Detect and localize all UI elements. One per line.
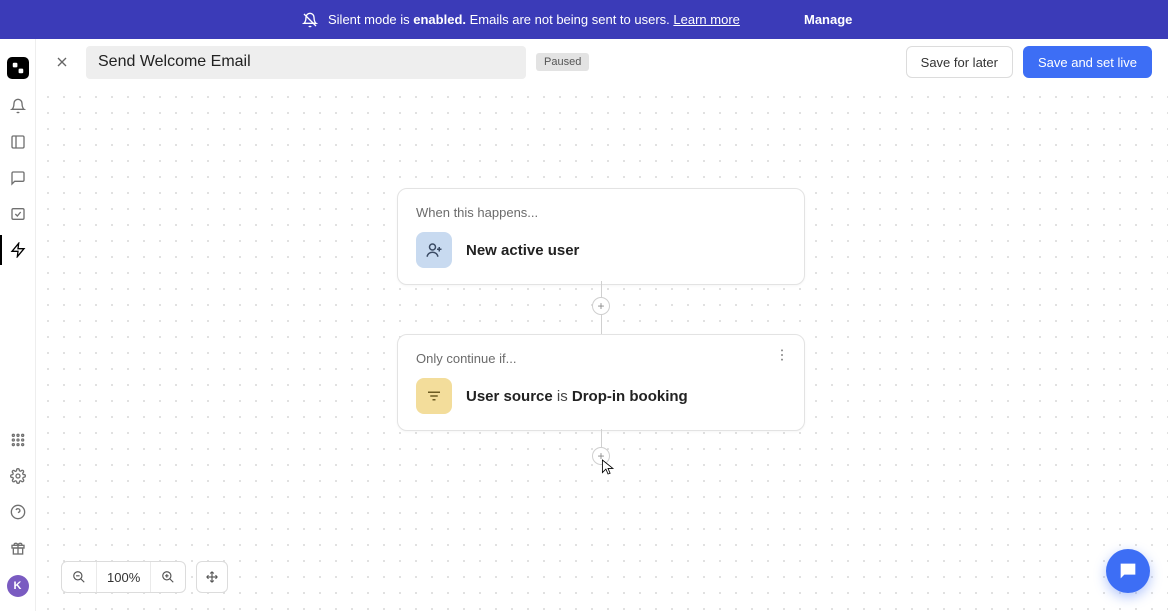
intercom-launcher[interactable] [1106, 549, 1150, 593]
silent-mode-banner: Silent mode is enabled. Emails are not b… [0, 0, 1168, 39]
zoom-level: 100% [96, 562, 151, 592]
workflow-title-input[interactable] [86, 46, 526, 79]
automations-icon[interactable] [9, 241, 27, 259]
condition-label: Only continue if... [416, 351, 786, 366]
condition-card[interactable]: Only continue if... User source is Drop-… [397, 334, 805, 431]
card-menu-button[interactable] [772, 345, 792, 365]
user-avatar[interactable]: K [7, 575, 29, 597]
banner-text: Silent mode is enabled. Emails are not b… [328, 12, 740, 27]
add-step-button[interactable]: + [592, 297, 610, 315]
trigger-label: When this happens... [416, 205, 786, 220]
trigger-card[interactable]: When this happens... New active user [397, 188, 805, 285]
gifts-icon[interactable] [9, 539, 27, 557]
add-step-button[interactable]: + [592, 447, 610, 465]
notifications-icon[interactable] [9, 97, 27, 115]
header-bar: Paused Save for later Save and set live [36, 39, 1168, 85]
apps-icon[interactable] [9, 431, 27, 449]
zoom-out-button[interactable] [62, 561, 96, 593]
zoom-toolbar: 100% [61, 561, 228, 593]
manage-link[interactable]: Manage [804, 12, 852, 27]
tasks-icon[interactable] [9, 205, 27, 223]
zoom-in-button[interactable] [151, 561, 185, 593]
save-and-set-live-button[interactable]: Save and set live [1023, 46, 1152, 78]
user-plus-icon [416, 232, 452, 268]
learn-more-link[interactable]: Learn more [673, 12, 739, 27]
layout-icon[interactable] [9, 133, 27, 151]
filter-icon [416, 378, 452, 414]
bell-off-icon [302, 12, 318, 28]
status-badge: Paused [536, 53, 589, 71]
close-button[interactable] [48, 48, 76, 76]
save-for-later-button[interactable]: Save for later [906, 46, 1013, 78]
settings-icon[interactable] [9, 467, 27, 485]
condition-expression: User source is Drop-in booking [466, 388, 688, 405]
app-logo[interactable] [7, 57, 29, 79]
messages-icon[interactable] [9, 169, 27, 187]
trigger-title: New active user [466, 242, 579, 259]
pan-button[interactable] [196, 561, 228, 593]
sidebar: K [0, 39, 36, 611]
workflow-canvas[interactable]: When this happens... New active user + O… [36, 85, 1168, 611]
help-icon[interactable] [9, 503, 27, 521]
